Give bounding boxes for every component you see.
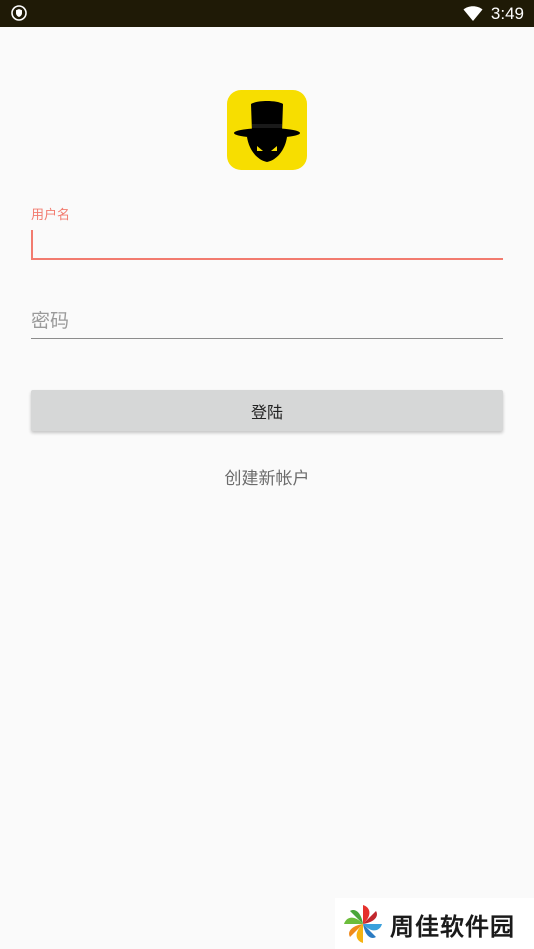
- password-underline: [31, 338, 503, 339]
- vpn-shield-icon: [11, 5, 27, 21]
- username-input[interactable]: [31, 230, 503, 260]
- text-cursor: [31, 230, 33, 258]
- watermark: 周佳软件园: [335, 898, 534, 949]
- status-bar: 3:49: [0, 0, 534, 27]
- wifi-icon: [463, 6, 483, 21]
- login-button[interactable]: 登陆: [31, 390, 503, 431]
- status-time: 3:49: [490, 4, 524, 23]
- password-input[interactable]: [31, 306, 503, 336]
- status-right-group: 3:49: [463, 3, 524, 25]
- top-hat-mascot-icon: [227, 90, 307, 170]
- watermark-text: 周佳软件园: [390, 913, 515, 941]
- create-account-link[interactable]: 创建新帐户: [0, 464, 534, 489]
- app-logo: [227, 90, 307, 170]
- username-label: 用户名: [31, 208, 71, 223]
- username-field[interactable]: 用户名: [31, 204, 503, 262]
- password-field[interactable]: [31, 300, 503, 340]
- pinwheel-logo-icon: [344, 905, 382, 943]
- username-underline: [31, 258, 503, 260]
